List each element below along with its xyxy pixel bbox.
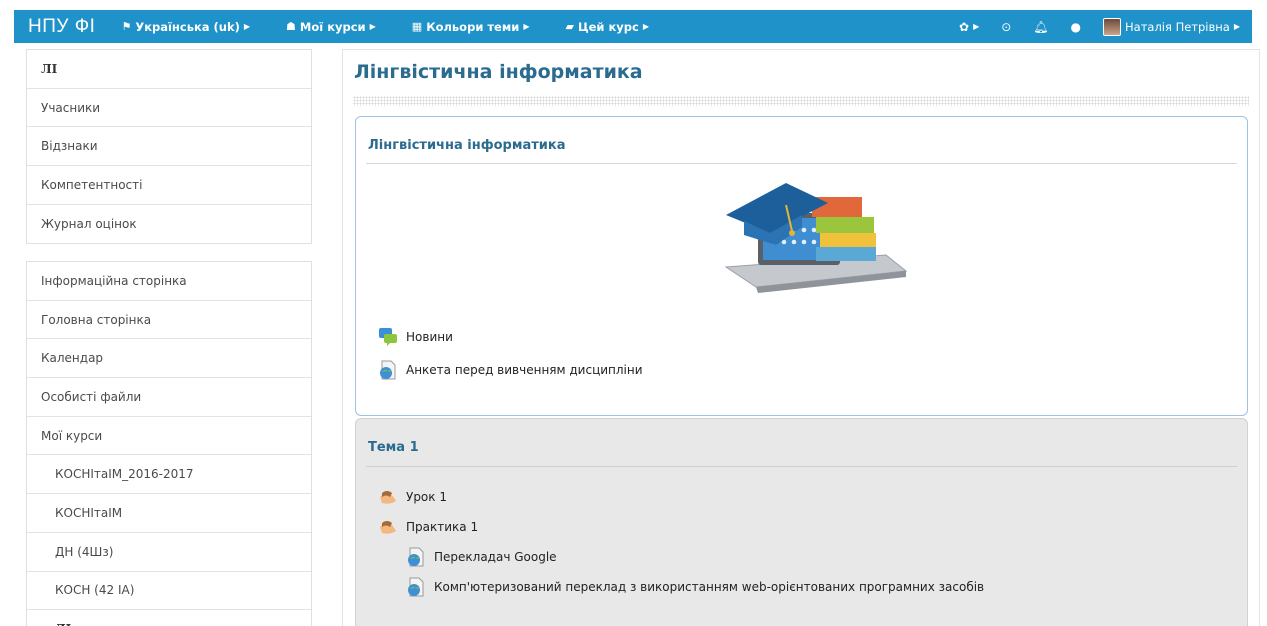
activity-practice-1[interactable]: Практика 1 [378, 517, 478, 537]
activity-google-translate-link[interactable]: Перекладач Google [406, 547, 557, 567]
help-icon[interactable]: ⊙ [1001, 20, 1011, 34]
caret-right-icon: ▶ [642, 22, 649, 31]
url-icon [380, 360, 396, 380]
caret-right-icon: ▶ [523, 22, 530, 31]
this-course-menu[interactable]: ▰ Цей курс ▶ [565, 20, 649, 34]
lesson-icon [380, 521, 396, 534]
course-image [724, 183, 908, 293]
top-navbar: НПУ ФІ ⚑ Українська (uk) ▶ ☗ Мої курси ▶… [14, 10, 1252, 43]
url-icon [408, 547, 424, 567]
main-content: Лінгвістична інформатика Лінгвістична ін… [342, 49, 1260, 626]
dotted-divider [353, 96, 1249, 106]
section-title: Тема 1 [368, 440, 419, 455]
sidebar-item-calendar[interactable]: Календар [27, 339, 311, 379]
course-section-topic-1: Тема 1 Урок 1 Практика 1 Перекладач Goog… [355, 418, 1248, 626]
sidebar-item-home[interactable]: Головна сторінка [27, 301, 311, 340]
sidebar-item-badges[interactable]: Відзнаки [27, 127, 311, 167]
sidebar-item-competencies[interactable]: Компетентності [27, 166, 311, 205]
course-section-general: Лінгвістична інформатика Новини Анкета п… [355, 116, 1248, 416]
sidebar-item-course-3[interactable]: ДН (4Шз) [27, 533, 311, 572]
grid-icon: ▦ [411, 20, 423, 33]
sidebar-item-private-files[interactable]: Особисті файли [27, 378, 311, 417]
url-icon [408, 577, 424, 597]
flag-icon: ⚑ [121, 20, 132, 33]
activity-forum[interactable]: Новини [378, 327, 453, 347]
this-course-label: Цей курс [577, 19, 639, 34]
sidebar-item-my-courses[interactable]: Мої курси [27, 417, 311, 456]
avatar [1103, 17, 1122, 36]
language-menu[interactable]: ⚑ Українська (uk) ▶ [121, 20, 250, 34]
theme-colors-label: Кольори теми [426, 19, 520, 34]
book-icon: ▰ [565, 20, 574, 33]
lesson-icon [380, 491, 396, 504]
divider [366, 163, 1237, 164]
forum-icon [379, 328, 397, 346]
site-brand[interactable]: НПУ ФІ [28, 16, 95, 38]
user-menu[interactable]: Наталія Петрівна ▶ [1103, 17, 1252, 36]
activity-label: Перекладач Google [434, 550, 557, 564]
site-navigation-block: Інформаційна сторінка Головна сторінка К… [26, 261, 312, 626]
user-name: Наталія Петрівна [1125, 19, 1230, 34]
theme-colors-menu[interactable]: ▦ Кольори теми ▶ [412, 20, 530, 34]
activity-label: Практика 1 [406, 520, 479, 534]
section-title: Лінгвістична інформатика [368, 138, 566, 153]
my-courses-label: Мої курси [299, 19, 366, 34]
bell-icon[interactable]: 🔔︎ [1033, 20, 1048, 34]
chat-icon[interactable]: ● [1071, 20, 1081, 34]
activity-survey-link[interactable]: Анкета перед вивченням дисципліни [378, 360, 643, 380]
sidebar-item-course[interactable]: ЛІ [27, 50, 311, 89]
gear-icon: ✿ [959, 19, 970, 34]
settings-menu[interactable]: ✿ ▶ [959, 20, 979, 34]
sidebar-item-course-1[interactable]: КОСНІтаІМ_2016-2017 [27, 455, 311, 495]
sidebar-item-participants[interactable]: Учасники [27, 89, 311, 128]
sidebar-item-grades[interactable]: Журнал оцінок [27, 205, 311, 244]
page-title: Лінгвістична інформатика [354, 61, 643, 83]
caret-right-icon: ▶ [973, 22, 980, 31]
caret-right-icon: ▶ [1233, 22, 1240, 31]
sidebar-item-course-5[interactable]: ЛІ [27, 610, 311, 626]
activity-label: Анкета перед вивченням дисципліни [406, 363, 643, 377]
activity-label: Комп'ютеризований переклад з використанн… [434, 580, 985, 594]
sidebar-item-course-4[interactable]: КОСН (42 ІА) [27, 572, 311, 611]
sidebar-item-course-2[interactable]: КОСНІтаІМ [27, 494, 311, 533]
language-label: Українська (uk) [135, 19, 240, 34]
sidebar-item-info-page[interactable]: Інформаційна сторінка [27, 262, 311, 301]
caret-right-icon: ▶ [243, 22, 251, 31]
caret-right-icon: ▶ [369, 22, 376, 31]
graduation-cap-icon: ☗ [286, 20, 296, 33]
my-courses-menu[interactable]: ☗ Мої курси ▶ [286, 20, 376, 34]
divider [366, 466, 1237, 467]
activity-computer-translation-link[interactable]: Комп'ютеризований переклад з використанн… [406, 577, 984, 597]
activity-label: Урок 1 [406, 490, 447, 504]
activity-label: Новини [406, 330, 453, 344]
course-navigation-block: ЛІ Учасники Відзнаки Компетентності Журн… [26, 49, 312, 245]
activity-lesson-1[interactable]: Урок 1 [378, 487, 447, 507]
